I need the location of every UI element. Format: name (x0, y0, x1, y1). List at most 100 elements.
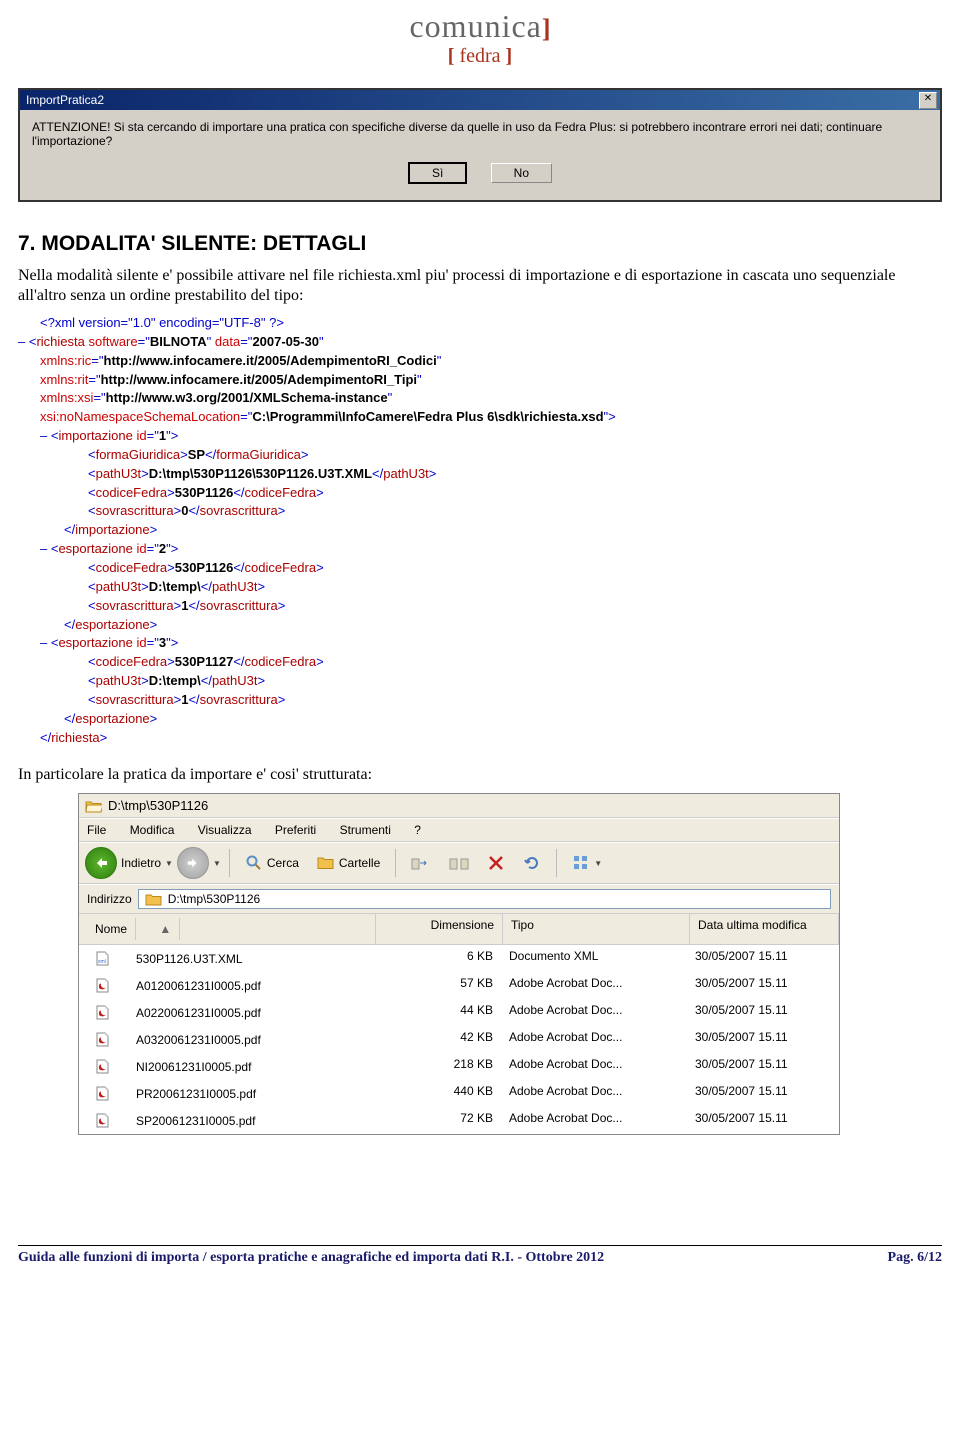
val-esp1-codice: 530P1126 (175, 560, 234, 575)
logo: comunica] [ fedra ] (18, 0, 942, 88)
file-date: 30/05/2007 15.11 (687, 1109, 839, 1132)
file-size: 42 KB (375, 1028, 501, 1051)
val-codice: 530P1126 (175, 485, 234, 500)
search-button[interactable]: Cerca (238, 851, 306, 875)
file-date: 30/05/2007 15.11 (687, 1082, 839, 1105)
menu-help[interactable]: ? (414, 823, 421, 837)
val-formagiuridica: SP (188, 447, 205, 462)
move-to-icon[interactable] (404, 851, 438, 875)
logo-sub: fedra (459, 45, 500, 67)
dialog-importpratica: ImportPratica2 ✕ ATTENZIONE! Si sta cerc… (18, 88, 942, 202)
val-esp2-codice: 530P1127 (175, 654, 234, 669)
folders-label: Cartelle (339, 856, 380, 870)
val-esp2-path: D:\temp\ (149, 673, 201, 688)
no-button[interactable]: No (491, 163, 552, 183)
menu-preferiti[interactable]: Preferiti (275, 823, 316, 837)
file-date: 30/05/2007 15.11 (687, 947, 839, 970)
explorer-title: D:\tmp\530P1126 (108, 798, 208, 813)
explorer-toolbar: Indietro ▼ ▼ Cerca Cartelle ▼ (79, 842, 839, 884)
file-size: 44 KB (375, 1001, 501, 1024)
folders-button[interactable]: Cartelle (310, 852, 387, 874)
val-esp1-path: D:\temp\ (149, 579, 201, 594)
file-type: Adobe Acrobat Doc... (501, 1082, 687, 1105)
file-size: 6 KB (375, 947, 501, 970)
list-item[interactable]: A0120061231I0005.pdf57 KBAdobe Acrobat D… (79, 972, 839, 999)
paragraph-1: Nella modalità silente e' possibile atti… (18, 266, 942, 306)
list-item[interactable]: SP20061231I0005.pdf72 KBAdobe Acrobat Do… (79, 1107, 839, 1134)
explorer-menu: File Modifica Visualizza Preferiti Strum… (79, 818, 839, 842)
col-nome[interactable]: Nome ▲ (79, 914, 376, 944)
attr-ns-xsi: http://www.w3.org/2001/XMLSchema-instanc… (106, 390, 388, 405)
val-pathu3t: D:\tmp\530P1126\530P1126.U3T.XML (149, 466, 372, 481)
menu-modifica[interactable]: Modifica (130, 823, 175, 837)
list-item[interactable]: A0220061231I0005.pdf 44 KBAdobe Acrobat D… (79, 999, 839, 1026)
back-dropdown-icon[interactable]: ▼ (165, 859, 173, 868)
logo-text: comunica (409, 8, 541, 44)
file-type: Adobe Acrobat Doc... (501, 1028, 687, 1051)
logo-sub-bracket2: ] (501, 45, 513, 67)
dialog-message: ATTENZIONE! Si sta cercando di importare… (32, 120, 928, 148)
forward-dropdown-icon[interactable]: ▼ (213, 859, 221, 868)
copy-to-icon[interactable] (442, 851, 476, 875)
file-type: Documento XML (501, 947, 687, 970)
back-label[interactable]: Indietro (121, 856, 161, 870)
col-tipo[interactable]: Tipo (503, 914, 690, 944)
file-size: 440 KB (375, 1082, 501, 1105)
file-name: 530P1126.U3T.XML (128, 950, 251, 968)
col-data[interactable]: Data ultima modifica (690, 914, 839, 944)
list-item[interactable]: A0320061231I0005.pdf42 KBAdobe Acrobat D… (79, 1026, 839, 1053)
delete-icon[interactable] (480, 851, 512, 875)
page-footer: Guida alle funzioni di importa / esporta… (18, 1245, 942, 1266)
sort-asc-icon: ▲ (151, 918, 180, 940)
pdf-icon (87, 976, 118, 995)
file-name: A0220061231I0005.pdf (128, 1004, 269, 1022)
pdf-icon (87, 1030, 118, 1049)
explorer-list: Nome ▲ Dimensione Tipo Data ultima modif… (79, 914, 839, 1134)
separator (395, 849, 396, 877)
menu-visualizza[interactable]: Visualizza (198, 823, 252, 837)
address-value: D:\tmp\530P1126 (168, 892, 261, 906)
file-type: Adobe Acrobat Doc... (501, 1001, 687, 1024)
attr-ns-ric: http://www.infocamere.it/2005/Adempiment… (104, 353, 437, 368)
xml-declaration: <?xml version="1.0" encoding="UTF-8" ?> (40, 315, 284, 330)
address-input[interactable]: D:\tmp\530P1126 (138, 889, 831, 909)
col-dimensione[interactable]: Dimensione (376, 914, 503, 944)
logo-bracket: ] (542, 14, 551, 43)
file-name: A0120061231I0005.pdf (128, 977, 269, 995)
file-type: Adobe Acrobat Doc... (501, 974, 687, 997)
file-date: 30/05/2007 15.11 (687, 974, 839, 997)
views-icon[interactable]: ▼ (565, 851, 609, 875)
search-label: Cerca (267, 856, 299, 870)
close-icon[interactable]: ✕ (919, 92, 937, 109)
separator (229, 849, 230, 877)
paragraph-2: In particolare la pratica da importare e… (18, 765, 942, 785)
pdf-icon (87, 1084, 118, 1103)
attr-ns-rit: http://www.infocamere.it/2005/Adempiment… (101, 372, 417, 387)
footer-right: Pag. 6/12 (888, 1250, 942, 1266)
menu-file[interactable]: File (87, 823, 106, 837)
yes-button[interactable]: Sì (408, 162, 467, 184)
list-item[interactable]: xml 530P1126.U3T.XML 6 KBDocumento XML30/0… (79, 945, 839, 972)
xml-code-block: <?xml version="1.0" encoding="UTF-8" ?> … (18, 314, 942, 747)
list-item[interactable]: PR20061231I0005.pdf 440 KBAdobe Acrobat D… (79, 1080, 839, 1107)
undo-icon[interactable] (516, 851, 548, 875)
svg-text:xml: xml (98, 959, 106, 965)
pdf-icon (87, 1003, 118, 1022)
folder-open-icon (85, 799, 102, 813)
file-size: 72 KB (375, 1109, 501, 1132)
file-name: PR20061231I0005.pdf (128, 1085, 264, 1103)
file-date: 30/05/2007 15.11 (687, 1055, 839, 1078)
list-header: Nome ▲ Dimensione Tipo Data ultima modif… (79, 914, 839, 945)
explorer-addressbar: Indirizzo D:\tmp\530P1126 (79, 884, 839, 914)
menu-strumenti[interactable]: Strumenti (340, 823, 391, 837)
forward-button[interactable] (177, 847, 209, 879)
pdf-icon (87, 1111, 118, 1130)
back-button[interactable] (85, 847, 117, 879)
attr-xsi-loc: C:\Programmi\InfoCamere\Fedra Plus 6\sdk… (252, 409, 603, 424)
attr-imp-id: 1 (159, 428, 166, 443)
explorer-window: D:\tmp\530P1126 File Modifica Visualizza… (78, 793, 840, 1135)
list-item[interactable]: NI20061231I0005.pdf218 KBAdobe Acrobat D… (79, 1053, 839, 1080)
footer-left: Guida alle funzioni di importa / esporta… (18, 1250, 604, 1266)
attr-software: BILNOTA (150, 334, 207, 349)
file-type: Adobe Acrobat Doc... (501, 1055, 687, 1078)
